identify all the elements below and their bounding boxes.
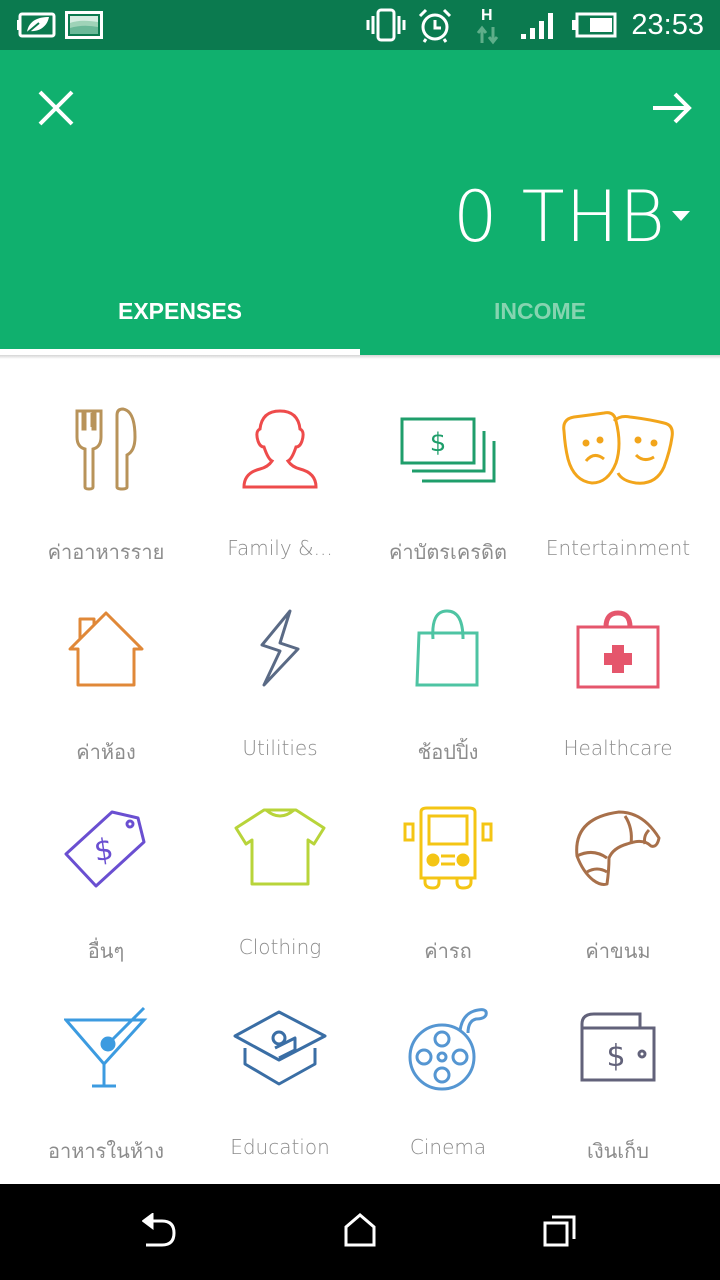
system-navigation-bar — [0, 1184, 720, 1280]
arrow-right-icon — [651, 91, 693, 130]
graduation-cap-icon — [220, 983, 340, 1113]
category-item[interactable]: ช้อปปิ้ง — [364, 584, 532, 784]
battery-icon — [570, 0, 618, 50]
cocktail-icon — [46, 983, 166, 1113]
first-aid-kit-icon — [558, 584, 678, 714]
category-label: ค่าห้อง — [76, 739, 136, 764]
next-button[interactable] — [646, 84, 698, 136]
category-label: Healthcare — [563, 735, 673, 760]
money-bills-icon: $ — [388, 384, 508, 514]
svg-text:$: $ — [606, 1039, 625, 1074]
back-icon — [141, 1211, 178, 1252]
price-tag-icon: $ — [46, 783, 166, 913]
category-label: Cinema — [409, 1134, 487, 1159]
signal-strength-icon — [518, 0, 560, 50]
alarm-clock-icon — [416, 0, 454, 50]
category-label: Family &... — [227, 536, 333, 560]
amount-currency-selector[interactable]: 0 THB — [453, 172, 690, 262]
theater-masks-icon — [558, 384, 678, 514]
recent-apps-button[interactable] — [520, 1184, 600, 1280]
tab-expenses[interactable]: EXPENSES — [0, 275, 360, 355]
category-label: Education — [230, 1134, 330, 1159]
category-item[interactable]: Utilities — [196, 584, 364, 784]
category-item[interactable]: Healthcare — [532, 584, 704, 784]
category-label: ค่ารถ — [424, 939, 472, 963]
category-item[interactable]: อาหารในห้าง — [16, 983, 196, 1183]
close-icon — [37, 89, 75, 132]
home-icon — [343, 1212, 377, 1252]
tab-income[interactable]: INCOME — [360, 275, 720, 355]
category-item[interactable]: Family &... — [196, 384, 364, 584]
battery-saver-leaf-icon — [16, 0, 58, 50]
bus-icon — [388, 783, 508, 913]
tab-bar: EXPENSES INCOME — [0, 275, 720, 355]
shopping-bag-icon — [388, 584, 508, 714]
category-item[interactable]: $ เงินเก็บ — [532, 983, 704, 1183]
category-label: ค่าขนม — [585, 939, 651, 963]
recent-apps-icon — [542, 1213, 578, 1252]
category-item[interactable]: Cinema — [364, 983, 532, 1183]
header-shadow — [0, 355, 720, 359]
category-item[interactable]: Education — [196, 983, 364, 1183]
network-h-data-icon: H — [470, 0, 506, 50]
status-time: 23:53 — [631, 9, 704, 41]
wallet-icon: $ — [558, 983, 678, 1113]
category-label: Utilities — [242, 735, 318, 760]
fork-knife-icon — [46, 384, 166, 514]
svg-text:H: H — [481, 7, 493, 24]
header: 0 THB EXPENSES INCOME — [0, 50, 720, 355]
category-label: Clothing — [238, 935, 322, 959]
category-label: อาหารในห้าง — [47, 1138, 164, 1163]
svg-text:$: $ — [92, 832, 116, 869]
lightning-bolt-icon — [220, 584, 340, 714]
category-label: เงินเก็บ — [587, 1138, 649, 1163]
svg-text:$: $ — [430, 428, 447, 458]
close-button[interactable] — [30, 84, 82, 136]
category-item[interactable]: $ ค่าบัตรเครดิต — [364, 384, 532, 584]
tab-expenses-label: EXPENSES — [118, 297, 242, 324]
back-button[interactable] — [120, 1184, 200, 1280]
category-item[interactable]: Entertainment — [532, 384, 704, 584]
house-icon — [46, 584, 166, 714]
category-item[interactable]: ค่ารถ — [364, 783, 532, 983]
category-item[interactable]: ค่าห้อง — [16, 584, 196, 784]
t-shirt-icon — [220, 783, 340, 913]
category-label: ช้อปปิ้ง — [417, 739, 479, 764]
caret-down-icon — [672, 211, 690, 221]
category-label: ค่าบัตรเครดิต — [389, 540, 507, 564]
status-bar: H 23:53 — [0, 0, 720, 50]
person-icon — [220, 384, 340, 514]
film-reel-icon — [388, 983, 508, 1113]
category-item[interactable]: ค่าอาหารราย — [16, 384, 196, 584]
category-label: ค่าอาหารราย — [47, 540, 165, 564]
tab-income-label: INCOME — [494, 297, 586, 324]
home-button[interactable] — [320, 1184, 400, 1280]
category-label: Entertainment — [545, 536, 691, 560]
category-item[interactable]: ค่าขนม — [532, 783, 704, 983]
category-label: อื่นๆ — [87, 939, 125, 963]
gallery-image-icon — [64, 0, 104, 50]
vibrate-icon — [366, 0, 406, 50]
category-item[interactable]: Clothing — [196, 783, 364, 983]
amount-display: 0 THB — [452, 176, 666, 258]
croissant-icon — [558, 783, 678, 913]
category-grid: ค่าอาหารราย Family &... $ ค่าบัตรเครดิต — [0, 384, 720, 1182]
category-item[interactable]: $ อื่นๆ — [16, 783, 196, 983]
